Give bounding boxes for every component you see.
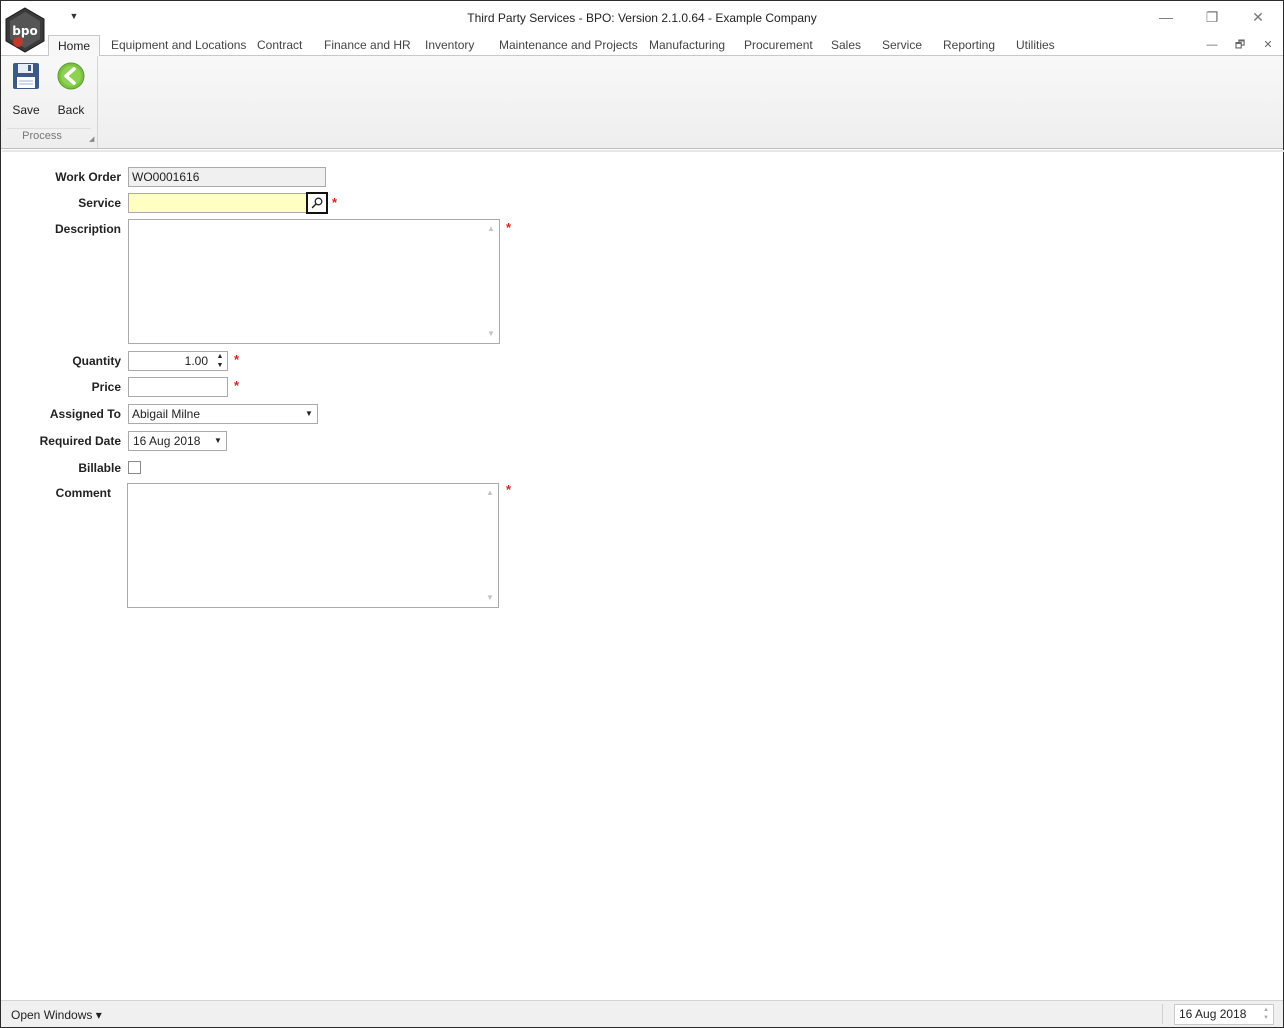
scroll-up-icon[interactable]: ▲ [482, 486, 498, 500]
app-logo-button[interactable]: bpo [3, 7, 47, 53]
restore-button[interactable]: ❐ [1189, 5, 1235, 29]
quantity-spin-buttons[interactable]: ▲ ▼ [214, 352, 226, 370]
title-bar: ▼ Third Party Services - BPO: Version 2.… [1, 1, 1283, 35]
content-divider [2, 150, 1284, 152]
work-order-field: WO0001616 [128, 167, 326, 187]
ribbon: Save Back Process ◢ [1, 56, 1283, 149]
tab-sales[interactable]: Sales [831, 35, 861, 56]
save-button[interactable]: Save [6, 61, 46, 117]
bpo-logo-icon: bpo [5, 7, 45, 53]
description-text [129, 220, 499, 226]
status-date-value: 16 Aug 2018 [1179, 1007, 1247, 1021]
quantity-required-marker: * [234, 352, 240, 367]
comment-text [128, 484, 498, 490]
price-label: Price [91, 380, 121, 394]
mdi-restore-button[interactable]: 🗗 [1232, 37, 1248, 53]
work-order-label: Work Order [55, 170, 121, 184]
back-button[interactable]: Back [51, 61, 91, 117]
tab-home[interactable]: Home [48, 35, 101, 57]
required-date-label: Required Date [39, 434, 121, 448]
service-label: Service [78, 196, 121, 210]
spin-up-icon[interactable]: ▲ [214, 352, 226, 361]
group-launcher-icon[interactable]: ◢ [89, 136, 96, 143]
tab-manufacturing[interactable]: Manufacturing [649, 35, 725, 56]
save-label: Save [12, 103, 40, 117]
calendar-dropdown-icon[interactable]: ▼ [211, 432, 225, 450]
required-date-value: 16 Aug 2018 [133, 434, 201, 448]
group-separator [7, 128, 91, 129]
floppy-disk-icon [13, 63, 39, 89]
back-arrow-icon [57, 62, 85, 90]
description-textarea[interactable]: ▲ ▼ [128, 219, 500, 344]
quantity-stepper[interactable]: 1.00 [128, 351, 228, 371]
date-spin-icon[interactable]: ▲ ▼ [1261, 1006, 1271, 1023]
tab-maintenance-and-projects[interactable]: Maintenance and Projects [499, 35, 638, 56]
tab-contract[interactable]: Contract [257, 35, 302, 56]
comment-required-marker: * [506, 482, 512, 497]
scroll-up-icon[interactable]: ▲ [483, 222, 499, 236]
service-required-marker: * [332, 195, 338, 210]
comment-label: Comment [55, 486, 111, 500]
scroll-down-icon[interactable]: ▼ [483, 327, 499, 341]
comment-scrollbar[interactable]: ▲ ▼ [482, 484, 498, 607]
service-lookup-button[interactable] [306, 192, 328, 214]
status-bar: Open Windows ▾ 16 Aug 2018 ▲ ▼ [1, 1000, 1283, 1027]
group-label-process: Process [22, 130, 62, 142]
status-separator [1162, 1004, 1163, 1024]
tab-procurement[interactable]: Procurement [744, 35, 813, 56]
billable-label: Billable [78, 461, 121, 475]
description-label: Description [54, 222, 121, 236]
spin-down-icon[interactable]: ▼ [214, 361, 226, 370]
mdi-minimize-button[interactable]: — [1204, 37, 1220, 53]
tab-service[interactable]: Service [882, 35, 922, 56]
price-input[interactable] [128, 377, 228, 397]
price-required-marker: * [234, 378, 240, 393]
tab-equipment-and-locations[interactable]: Equipment and Locations [111, 35, 246, 56]
assigned-to-select[interactable]: Abigail Milne [128, 404, 318, 424]
tab-finance-and-hr[interactable]: Finance and HR [324, 35, 411, 56]
tab-inventory[interactable]: Inventory [425, 35, 474, 56]
tab-utilities[interactable]: Utilities [1016, 35, 1055, 56]
assigned-to-value: Abigail Milne [132, 407, 201, 421]
scroll-down-icon[interactable]: ▼ [482, 591, 498, 605]
billable-checkbox[interactable] [128, 461, 141, 474]
search-icon [311, 197, 323, 209]
tab-reporting[interactable]: Reporting [943, 35, 995, 56]
ribbon-group-process: Save Back Process ◢ [1, 56, 98, 148]
description-required-marker: * [506, 220, 512, 235]
svg-text:bpo: bpo [12, 24, 37, 38]
service-input[interactable] [128, 193, 308, 213]
chevron-down-icon[interactable]: ▼ [302, 405, 316, 423]
description-scrollbar[interactable]: ▲ ▼ [483, 220, 499, 343]
assigned-to-label: Assigned To [49, 407, 121, 421]
status-date-field[interactable]: 16 Aug 2018 ▲ ▼ [1174, 1004, 1274, 1025]
open-windows-button[interactable]: Open Windows ▾ [11, 1008, 102, 1022]
minimize-button[interactable]: — [1143, 5, 1189, 29]
app-window: ▼ Third Party Services - BPO: Version 2.… [0, 0, 1284, 1028]
close-button[interactable]: ✕ [1235, 5, 1281, 29]
quantity-label: Quantity [72, 354, 121, 368]
back-label: Back [57, 103, 85, 117]
ribbon-tab-bar: Home Equipment and Locations Contract Fi… [1, 35, 1283, 57]
comment-textarea[interactable]: ▲ ▼ [127, 483, 499, 608]
mdi-close-button[interactable]: ✕ [1260, 37, 1276, 53]
window-title: Third Party Services - BPO: Version 2.1.… [467, 11, 817, 25]
